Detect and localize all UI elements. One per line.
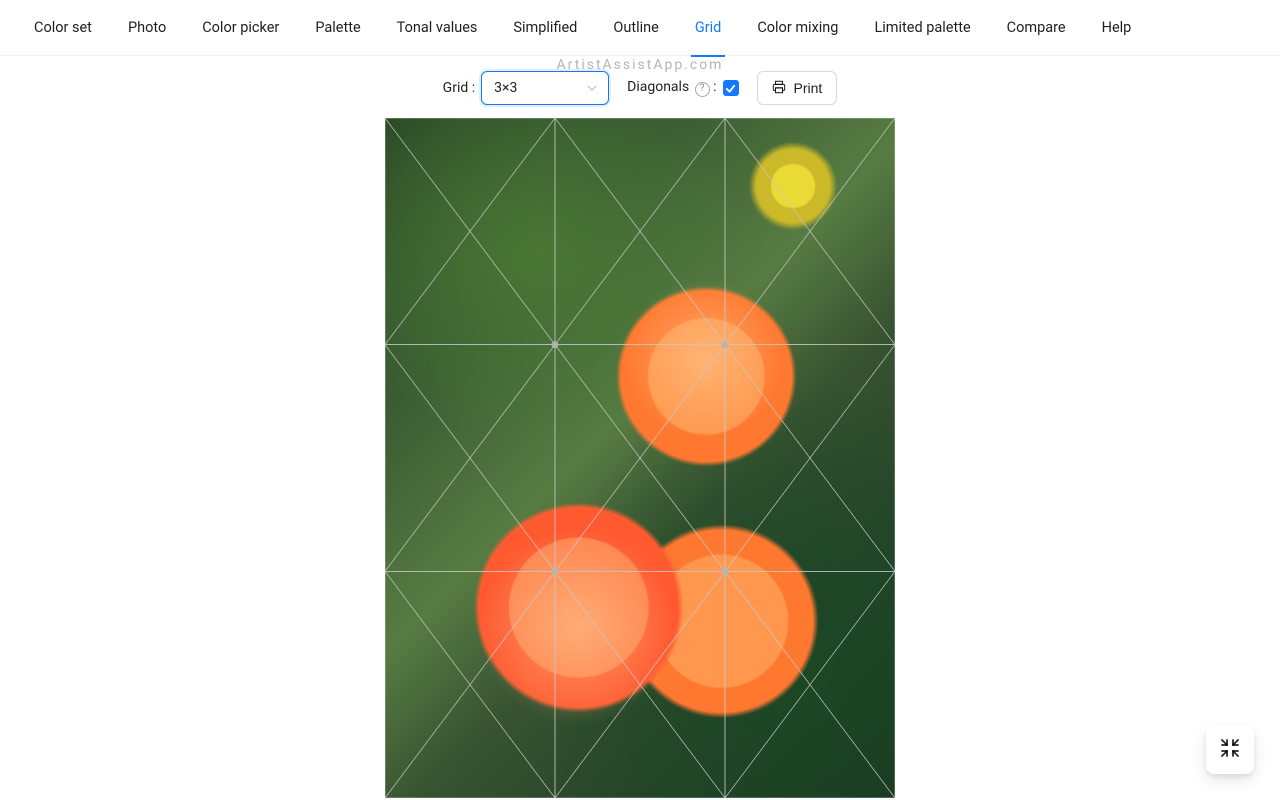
tab-simplified[interactable]: Simplified (495, 0, 595, 56)
grid-size-value: 3×3 (494, 80, 517, 96)
printer-icon (772, 80, 786, 97)
tab-color-picker[interactable]: Color picker (184, 0, 297, 56)
tab-help[interactable]: Help (1084, 0, 1150, 56)
canvas-area (0, 118, 1280, 798)
tab-outline[interactable]: Outline (595, 0, 676, 56)
tab-label: Outline (613, 19, 658, 36)
tab-compare[interactable]: Compare (989, 0, 1084, 56)
tab-label: Color set (34, 19, 92, 36)
chevron-down-icon (586, 82, 598, 94)
tab-label: Simplified (513, 19, 577, 36)
diagonals-checkbox[interactable] (723, 80, 739, 96)
tab-label: Help (1102, 19, 1132, 36)
tab-label: Compare (1007, 19, 1066, 36)
tab-limited-palette[interactable]: Limited palette (856, 0, 988, 56)
tab-color-mixing[interactable]: Color mixing (739, 0, 856, 56)
tab-photo[interactable]: Photo (110, 0, 184, 56)
tab-grid[interactable]: Grid (677, 0, 740, 56)
tab-color-set[interactable]: Color set (16, 0, 110, 56)
tab-label: Palette (315, 19, 360, 36)
diagonals-label: Diagonals ? : (627, 79, 716, 97)
compress-icon (1221, 739, 1239, 761)
tab-palette[interactable]: Palette (297, 0, 378, 56)
print-button-label: Print (794, 80, 823, 96)
tab-label: Tonal values (397, 19, 478, 36)
tab-label: Photo (128, 19, 166, 36)
print-button[interactable]: Print (757, 71, 838, 105)
tab-label: Color mixing (757, 19, 838, 36)
tab-label: Color picker (202, 19, 279, 36)
grid-size-field: Grid : 3×3 (443, 71, 609, 105)
main-tabs: Color set Photo Color picker Palette Tonal v… (0, 0, 1280, 56)
diagonals-field: Diagonals ? : (627, 79, 738, 97)
tab-tonal-values[interactable]: Tonal values (379, 0, 496, 56)
exit-fullscreen-button[interactable] (1206, 726, 1254, 774)
help-icon[interactable]: ? (695, 82, 710, 97)
grid-size-label: Grid : (443, 80, 475, 96)
grid-canvas[interactable] (385, 118, 895, 798)
grid-toolbar: Grid : 3×3 Diagonals ? : Print (0, 62, 1280, 114)
tab-label: Limited palette (874, 19, 970, 36)
reference-photo (385, 118, 895, 798)
tab-label: Grid (695, 19, 722, 36)
grid-size-select[interactable]: 3×3 (481, 71, 609, 105)
